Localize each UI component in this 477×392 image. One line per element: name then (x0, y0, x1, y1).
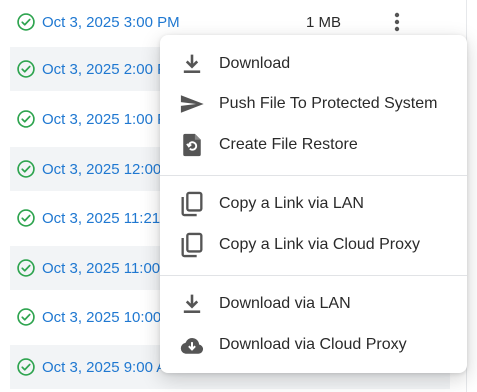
copy-icon (181, 191, 203, 217)
menu-item-label: Download via Cloud Proxy (219, 336, 407, 353)
menu-item-label: Create File Restore (219, 136, 358, 153)
actions-menu: Download Push File To Protected System C… (160, 35, 467, 373)
send-icon (180, 95, 204, 113)
backup-list-screen: Oct 3, 2025 3:00 PM 1 MB Oct 3, 2025 2:0… (0, 0, 477, 392)
backup-date-link[interactable]: Oct 3, 2025 2:00 PM (42, 61, 180, 78)
cloud-download-icon (180, 338, 204, 354)
menu-item-create-file-restore[interactable]: Create File Restore (160, 125, 467, 165)
check-circle-icon (17, 358, 35, 376)
check-circle-icon (17, 60, 35, 78)
menu-item-download-lan[interactable]: Download via LAN (160, 284, 467, 324)
menu-item-label: Copy a Link via LAN (219, 195, 364, 212)
menu-divider (160, 275, 467, 276)
menu-item-label: Download via LAN (219, 295, 351, 312)
more-vertical-icon[interactable] (388, 11, 406, 33)
check-circle-icon (17, 259, 35, 277)
download-icon (183, 294, 201, 313)
check-circle-icon (17, 308, 35, 326)
backup-date-link[interactable]: Oct 3, 2025 9:00 AM (42, 359, 179, 376)
copy-icon (181, 232, 203, 258)
menu-divider (160, 175, 467, 176)
check-circle-icon (17, 13, 35, 31)
menu-item-label: Push File To Protected System (219, 95, 438, 112)
menu-item-download[interactable]: Download (160, 44, 467, 84)
menu-item-label: Copy a Link via Cloud Proxy (219, 236, 420, 253)
backup-date-link[interactable]: Oct 3, 2025 1:00 PM (42, 111, 180, 128)
menu-item-push-file[interactable]: Push File To Protected System (160, 84, 467, 124)
menu-item-copy-link-cloud-proxy[interactable]: Copy a Link via Cloud Proxy (160, 225, 467, 265)
check-circle-icon (17, 110, 35, 128)
check-circle-icon (17, 160, 35, 178)
backup-size: 1 MB (306, 13, 342, 31)
menu-item-download-cloud-proxy[interactable]: Download via Cloud Proxy (160, 325, 467, 365)
menu-item-copy-link-lan[interactable]: Copy a Link via LAN (160, 184, 467, 224)
menu-item-label: Download (219, 55, 291, 72)
check-circle-icon (17, 209, 35, 227)
download-icon (183, 54, 201, 73)
backup-date-link[interactable]: Oct 3, 2025 3:00 PM (42, 14, 180, 31)
file-restore-icon (183, 133, 201, 157)
